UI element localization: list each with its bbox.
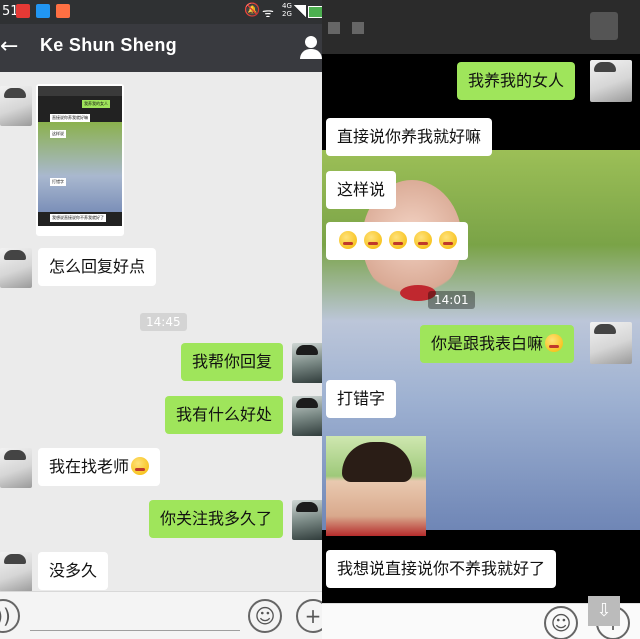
thumb-line: 这样说 <box>50 130 66 138</box>
avatar[interactable] <box>590 60 632 102</box>
message-bubble[interactable]: 我想说直接说你不养我就好了 <box>326 550 557 588</box>
emoji-button-icon[interactable]: ☺ <box>248 599 282 633</box>
nav-icon <box>352 22 364 34</box>
smile-emoji-icon <box>131 457 150 475</box>
avatar[interactable] <box>0 248 32 288</box>
avatar[interactable] <box>590 322 632 364</box>
chat-title: Ke Shun Sheng <box>40 35 177 55</box>
message-bubble-sent[interactable]: 你是跟我表白嘛 <box>420 325 575 363</box>
avatar[interactable] <box>292 396 322 436</box>
mute-icon: 🔕 <box>244 3 261 18</box>
message-bubble[interactable]: 怎么回复好点 <box>38 248 157 286</box>
avatar[interactable] <box>0 448 32 488</box>
screenshot-thumbnail: 我养我的女人 直接说你养我就好嘛 这样说 打错字 我想说直接说你不养我就好了 <box>38 86 122 226</box>
weibo-icon <box>56 4 70 18</box>
avatar[interactable] <box>0 552 32 592</box>
chat-header: ← Ke Shun Sheng <box>0 24 322 72</box>
signal-icon <box>294 5 306 17</box>
avatar[interactable] <box>292 500 322 540</box>
plus-icon[interactable]: + <box>296 599 322 633</box>
back-icon[interactable] <box>328 22 340 34</box>
shy-emoji-icon <box>545 334 564 352</box>
timestamp: 14:45 <box>140 313 187 331</box>
voice-icon[interactable]: )) <box>0 599 20 633</box>
thumb-line: 打错字 <box>50 178 66 186</box>
message-bubble[interactable]: 没多久 <box>38 552 109 590</box>
emoji-icon <box>439 231 458 249</box>
dimmed-header <box>322 0 640 54</box>
download-icon[interactable]: ⇩ <box>588 596 620 626</box>
status-bar: 51 🔕 ᯤ 4G 2G <box>0 0 322 24</box>
message-bubble[interactable]: 打错字 <box>326 380 397 418</box>
emoji-button-icon[interactable]: ☺ <box>544 606 578 639</box>
timestamp: 14:01 <box>428 291 475 309</box>
avatar[interactable] <box>292 343 322 383</box>
contact-profile-icon[interactable] <box>300 36 322 60</box>
network-type-bottom: 2G <box>282 10 292 18</box>
right-chat-screenshot: 我养我的女人 直接说你养我就好嘛 这样说 14:01 你是跟我表白嘛 打错字 我… <box>322 0 640 639</box>
emoji-icon <box>414 231 433 249</box>
emoji-icon <box>364 231 383 249</box>
thumb-line: 我养我的女人 <box>82 100 110 108</box>
wifi-icon: ᯤ <box>262 6 274 21</box>
message-text: 我在找老师 <box>49 457 130 476</box>
network-type-top: 4G <box>282 2 292 10</box>
left-chat-screenshot: 51 🔕 ᯤ 4G 2G ← Ke Shun Sheng 我养我的女人 直接说你… <box>0 0 322 639</box>
message-text: 你是跟我表白嘛 <box>431 334 544 353</box>
emoji-icon <box>389 231 408 249</box>
image-message[interactable]: 我养我的女人 直接说你养我就好嘛 这样说 打错字 我想说直接说你不养我就好了 <box>36 84 124 236</box>
input-bar: )) ☺ + <box>0 591 322 639</box>
message-bubble-sent[interactable]: 你关注我多久了 <box>149 500 284 538</box>
profile-menu-icon[interactable] <box>590 12 618 40</box>
thumb-line: 我想说直接说你不养我就好了 <box>50 214 106 222</box>
message-bubble-sent[interactable]: 我有什么好处 <box>165 396 284 434</box>
back-arrow-icon[interactable]: ← <box>0 34 18 59</box>
notification-app-icon <box>16 4 30 18</box>
emoji-icon <box>339 231 357 249</box>
emoji-message-bubble[interactable] <box>326 222 469 260</box>
message-bubble-sent[interactable]: 我养我的女人 <box>457 62 576 100</box>
message-bubble[interactable]: 直接说你养我就好嘛 <box>326 118 493 156</box>
mail-icon <box>36 4 50 18</box>
avatar[interactable] <box>0 86 32 126</box>
child-photo[interactable] <box>326 436 426 536</box>
message-bubble[interactable]: 这样说 <box>326 171 397 209</box>
thumb-line: 直接说你养我就好嘛 <box>50 114 90 122</box>
message-bubble[interactable]: 我在找老师 <box>38 448 161 486</box>
battery-icon <box>308 6 322 18</box>
message-input[interactable] <box>30 630 240 631</box>
message-bubble-sent[interactable]: 我帮你回复 <box>181 343 284 381</box>
